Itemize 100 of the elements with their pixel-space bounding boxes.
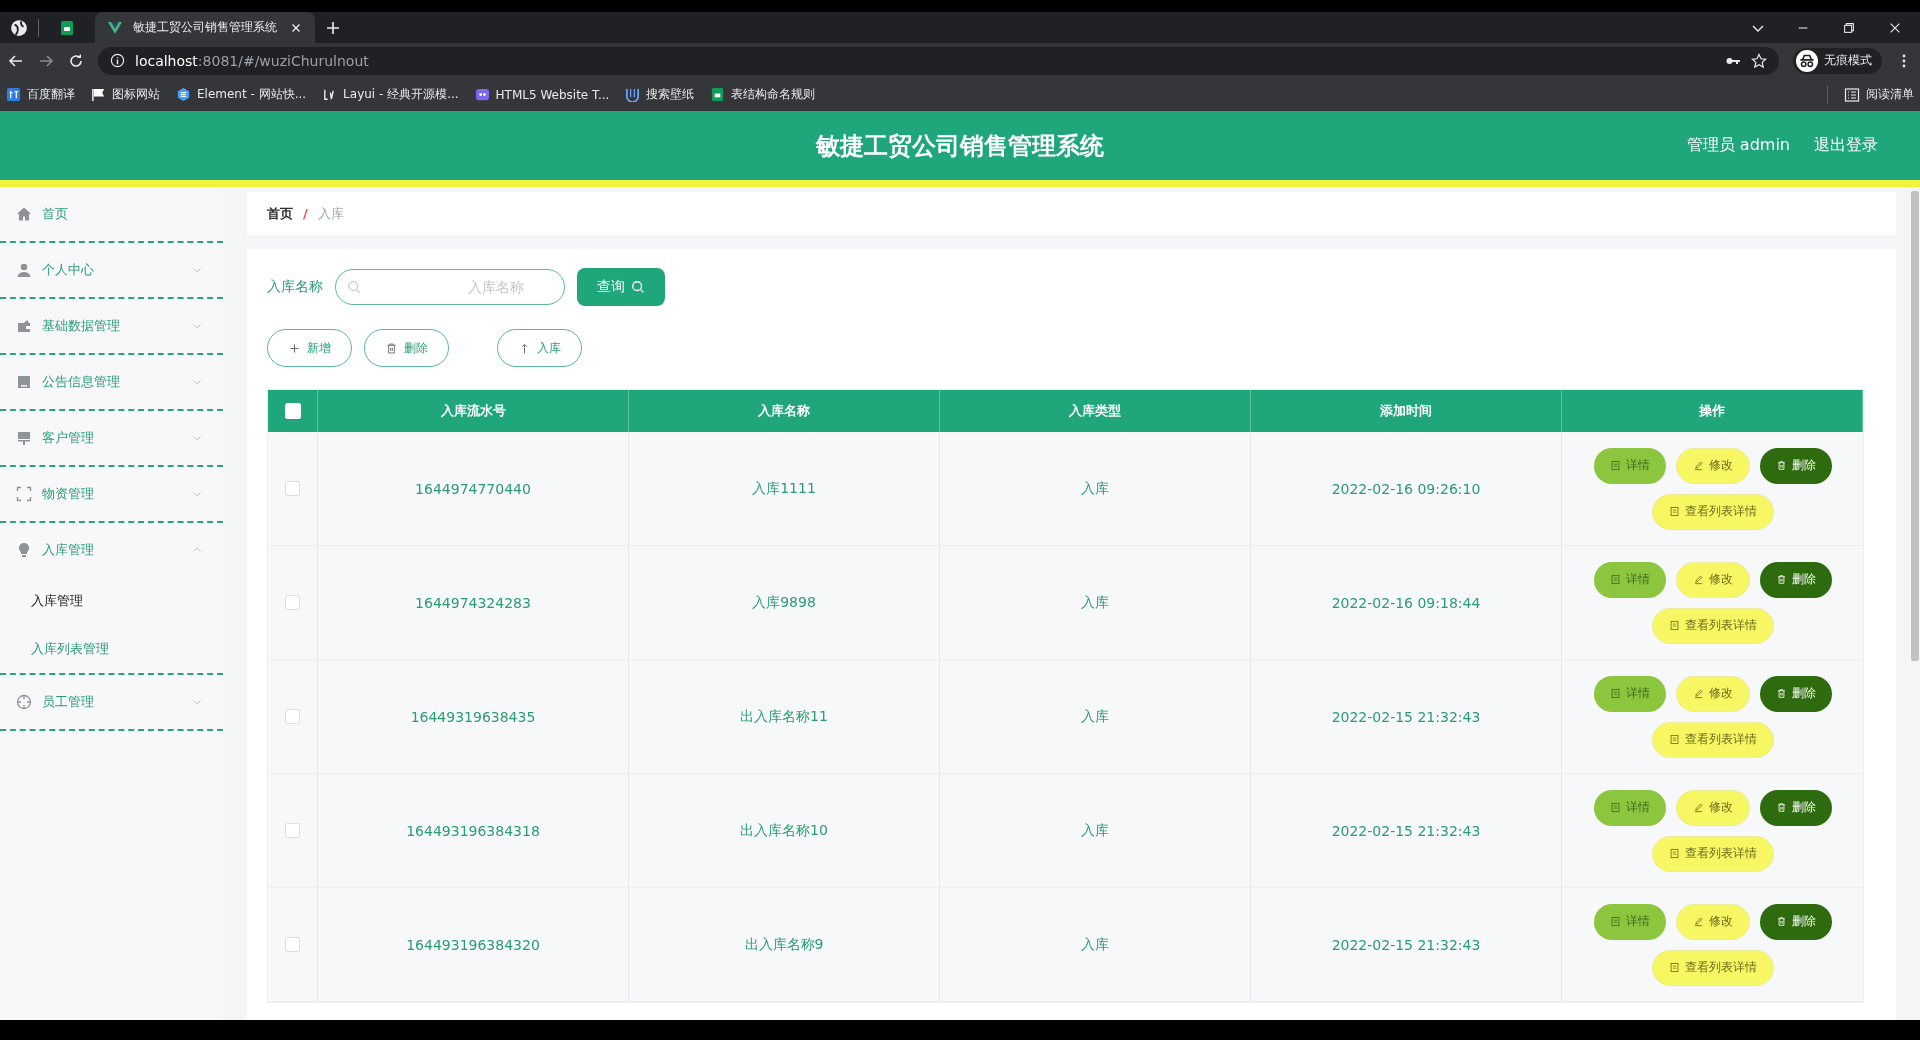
sidebar-item[interactable]: 基础数据管理 (0, 299, 223, 353)
detail-button[interactable]: 详情 (1593, 561, 1666, 598)
delete-button[interactable]: 删除 (1759, 903, 1832, 940)
flag-icon (91, 87, 106, 102)
scroll-thumb[interactable] (1911, 191, 1919, 661)
list-detail-button[interactable]: 查看列表详情 (1651, 493, 1774, 530)
address-field[interactable]: localhost:8081/#/wuziChurulnout (98, 46, 1779, 75)
translate-icon (6, 87, 21, 102)
table-cell: 入库 (1081, 707, 1109, 726)
detail-button[interactable]: 详情 (1593, 447, 1666, 484)
bookmark[interactable]: 百度翻译 (6, 86, 75, 103)
table-cell: 2022-02-16 09:26:10 (1331, 480, 1481, 497)
table-cell: 2022-02-16 09:18:44 (1331, 594, 1481, 611)
table-cell: 入库 (1081, 479, 1109, 498)
app-title: 敏捷工贸公司销售管理系统 (816, 130, 1104, 162)
sidebar-item[interactable]: 客户管理 (0, 411, 223, 465)
field-label: 入库名称 (267, 278, 323, 296)
row-checkbox[interactable] (285, 481, 300, 496)
bookmark[interactable]: HTML5 Website T... (474, 87, 610, 102)
edit-button[interactable]: 修改 (1675, 903, 1750, 940)
globe-icon[interactable] (10, 18, 28, 37)
add-button[interactable]: 新增 (267, 329, 352, 367)
star-icon[interactable] (1751, 52, 1767, 69)
table-cell: 1644974770440 (415, 480, 531, 497)
pen-icon (1692, 916, 1704, 927)
search-field[interactable]: 入库名称 (335, 269, 565, 305)
delete-button[interactable]: 删除 (1759, 447, 1832, 484)
forward-icon[interactable] (38, 52, 54, 69)
breadcrumb-item: 入库 (317, 204, 344, 223)
bulb-icon (16, 542, 32, 558)
table-cell: 入库 (1081, 935, 1109, 954)
v-logo-icon (107, 19, 123, 36)
bookmark[interactable]: 搜索壁纸 (625, 86, 695, 103)
logout-link[interactable]: 退出登录 (1814, 135, 1878, 156)
bookmark[interactable]: 图标网站 (91, 86, 160, 103)
table-cell: 16449319638435 (410, 708, 536, 725)
document-icon (1609, 460, 1621, 471)
document-icon (1668, 506, 1680, 517)
delete-button[interactable]: 删除 (1759, 789, 1832, 826)
crosshair-icon (16, 694, 32, 710)
tray-icon (16, 374, 32, 390)
wallet-icon (16, 318, 32, 334)
sidebar-item[interactable]: 物资管理 (0, 467, 223, 521)
u-shape-icon (625, 87, 641, 102)
import-button[interactable]: 入库 (497, 329, 582, 367)
delete-button[interactable]: 删除 (1759, 675, 1832, 712)
detail-button[interactable]: 详情 (1593, 789, 1666, 826)
document-icon (1609, 916, 1621, 927)
table-cell: 出入库名称11 (740, 707, 828, 726)
list-icon (1844, 86, 1860, 103)
edit-button[interactable]: 修改 (1675, 789, 1750, 826)
sidebar-item[interactable]: 员工管理 (0, 675, 223, 729)
pen-icon (1692, 460, 1704, 471)
restore-icon[interactable] (1842, 20, 1856, 35)
row-checkbox[interactable] (285, 823, 300, 838)
incognito-button[interactable]: 无痕模式 (1793, 47, 1882, 74)
select-all-checkbox[interactable] (284, 403, 301, 419)
submenu-item[interactable]: 入库列表管理 (0, 625, 223, 673)
search-button[interactable]: 查询 (577, 268, 665, 306)
edit-button[interactable]: 修改 (1675, 447, 1750, 484)
delete-button[interactable]: 删除 (1759, 561, 1832, 598)
bookmark[interactable]: 表结构命名规则 (710, 86, 816, 103)
row-checkbox[interactable] (285, 595, 300, 610)
detail-button[interactable]: 详情 (1593, 903, 1666, 940)
reload-icon[interactable] (68, 52, 84, 69)
sidebar-item[interactable]: 个人中心 (0, 243, 223, 297)
edit-button[interactable]: 修改 (1675, 675, 1750, 712)
list-detail-button[interactable]: 查看列表详情 (1651, 607, 1774, 644)
document-icon (1668, 734, 1680, 745)
frame-icon (16, 486, 32, 502)
edit-button[interactable]: 修改 (1675, 561, 1750, 598)
row-checkbox[interactable] (285, 709, 300, 724)
delete-button[interactable]: 删除 (364, 329, 449, 367)
row-checkbox[interactable] (285, 937, 300, 952)
list-detail-button[interactable]: 查看列表详情 (1651, 835, 1774, 872)
back-icon[interactable] (8, 52, 24, 69)
table-cell: 出入库名称9 (744, 935, 824, 954)
list-detail-button[interactable]: 查看列表详情 (1651, 949, 1774, 986)
new-tab-icon[interactable] (325, 19, 341, 36)
sidebar-item[interactable]: 首页 (0, 187, 223, 241)
list-detail-button[interactable]: 查看列表详情 (1651, 721, 1774, 758)
search-icon (347, 280, 361, 294)
table-cell: 入库 (1081, 821, 1109, 840)
pen-icon (1692, 802, 1704, 813)
sidebar-item[interactable]: 公告信息管理 (0, 355, 223, 409)
bookmark[interactable]: Layui - 经典开源模... (322, 86, 459, 103)
browser-tab[interactable]: 敏捷工贸公司销售管理系统 (95, 12, 315, 43)
table-cell: 出入库名称10 (740, 821, 828, 840)
bookmark[interactable]: Element - 网站快... (176, 86, 307, 103)
submenu-item[interactable]: 入库管理 (0, 577, 223, 625)
sidebar-item[interactable]: 入库管理 (0, 523, 223, 577)
reading-list-button[interactable]: 阅读清单 (1844, 86, 1914, 103)
breadcrumb-item[interactable]: 首页 (267, 204, 293, 223)
table-cell: 2022-02-15 21:32:43 (1331, 822, 1481, 839)
trash-icon (1775, 916, 1787, 927)
table-cell: 入库9898 (752, 593, 816, 612)
detail-button[interactable]: 详情 (1593, 675, 1666, 712)
url-text: localhost:8081/#/wuziChurulnout (135, 52, 369, 69)
table-cell: 入库 (1081, 593, 1109, 612)
document-icon (1609, 574, 1621, 585)
